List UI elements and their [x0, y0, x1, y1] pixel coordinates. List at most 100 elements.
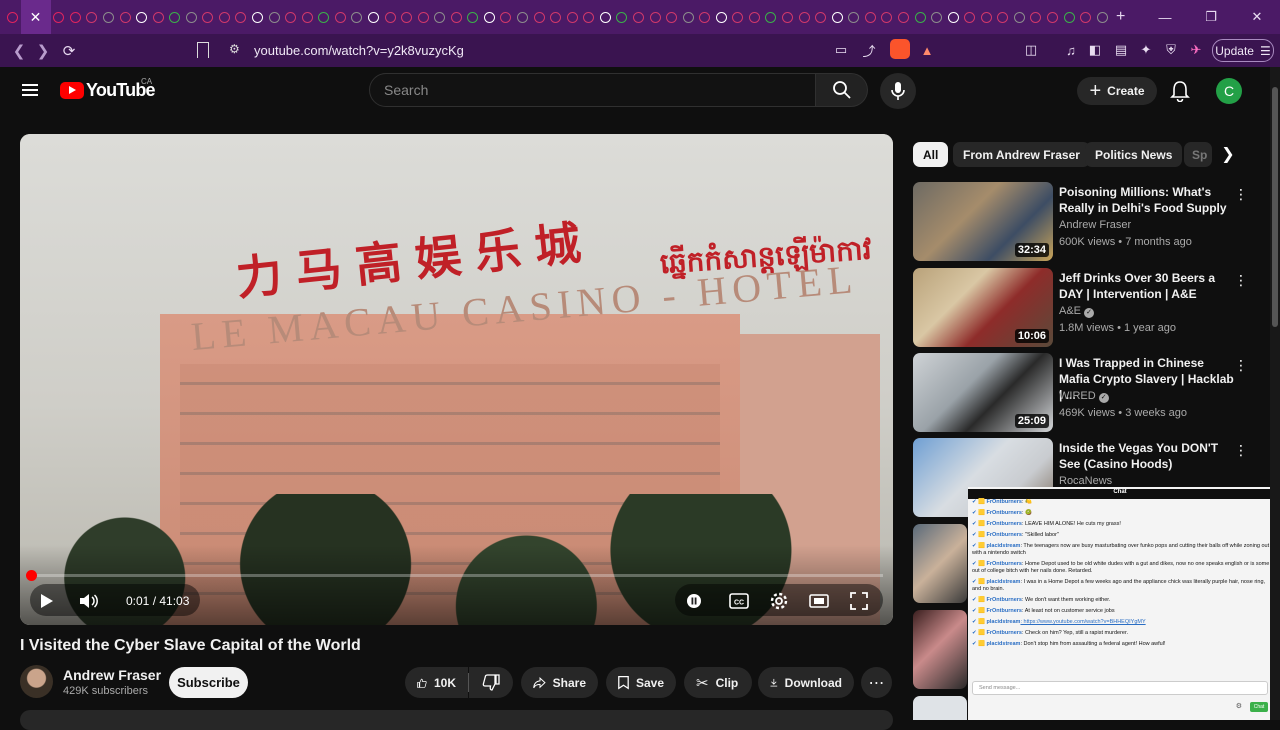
sidebar-toggle-icon[interactable]: ◫ [1022, 41, 1040, 59]
page-scrollbar[interactable] [1270, 67, 1280, 720]
chip-politics-news[interactable]: Politics News [1085, 142, 1182, 167]
browser-tab[interactable] [597, 0, 614, 34]
browser-tab[interactable] [1061, 0, 1078, 34]
music-icon[interactable]: ♫ [1062, 41, 1080, 59]
browser-tab[interactable] [713, 0, 730, 34]
browser-tab[interactable] [663, 0, 680, 34]
pause-autoplay-toggle[interactable] [682, 587, 706, 615]
browser-tab[interactable] [332, 0, 349, 34]
browser-tab[interactable] [746, 0, 763, 34]
browser-tab[interactable] [282, 0, 299, 34]
browser-tab[interactable] [564, 0, 581, 34]
browser-tab[interactable] [696, 0, 713, 34]
browser-tab[interactable] [51, 0, 68, 34]
minimize-icon[interactable]: — [1142, 0, 1188, 34]
like-button[interactable]: 10K [405, 667, 468, 698]
notifications-bell-icon[interactable] [1170, 80, 1190, 102]
recommendation-channel[interactable]: RocaNews [1059, 475, 1112, 487]
browser-tab[interactable] [846, 0, 863, 34]
settings-button[interactable] [766, 587, 792, 615]
recommendation-title[interactable]: Inside the Vegas You DON'T See (Casino H… [1059, 440, 1234, 472]
url-text[interactable]: youtube.com/watch?v=y2k8vuzycKg [254, 43, 464, 58]
browser-tab[interactable] [183, 0, 200, 34]
browser-tab[interactable] [448, 0, 465, 34]
browser-tab[interactable] [912, 0, 929, 34]
forward-icon[interactable]: ❯ [30, 38, 56, 64]
dislike-button[interactable] [469, 667, 513, 698]
browser-tab[interactable] [514, 0, 531, 34]
video-thumbnail[interactable] [913, 610, 967, 689]
youtube-logo[interactable]: YouTube CA [60, 80, 155, 101]
leo-ai-icon[interactable]: ✦ [1137, 41, 1155, 59]
browser-tab[interactable] [812, 0, 829, 34]
brave-rewards-icon[interactable]: ▲ [918, 41, 936, 59]
browser-tab[interactable] [1028, 0, 1045, 34]
browser-tab[interactable] [1011, 0, 1028, 34]
browser-tab[interactable] [730, 0, 747, 34]
browser-tab[interactable] [779, 0, 796, 34]
mute-button[interactable] [76, 587, 102, 615]
restore-icon[interactable]: ❐ [1188, 0, 1234, 34]
browser-tab[interactable] [266, 0, 283, 34]
bookmark-icon[interactable] [197, 42, 209, 58]
recommendation-channel[interactable]: Andrew Fraser [1059, 219, 1131, 231]
browser-tab[interactable] [879, 0, 896, 34]
progress-scrubber[interactable] [26, 570, 37, 581]
description-box[interactable] [20, 710, 893, 730]
browser-tab[interactable] [216, 0, 233, 34]
browser-tab[interactable] [382, 0, 399, 34]
scrollbar-thumb[interactable] [1272, 87, 1278, 327]
recommendation-channel[interactable]: A&E✓ [1059, 305, 1094, 318]
back-icon[interactable]: ❮ [6, 38, 32, 64]
browser-tab[interactable] [415, 0, 432, 34]
wallet-icon[interactable]: ▤ [1112, 41, 1130, 59]
recommendation-item[interactable]: 32:34 Poisoning Millions: What's Really … [913, 182, 1253, 261]
captions-button[interactable]: CC [726, 587, 752, 615]
vpn-shield-icon[interactable]: ⛨ [1162, 41, 1180, 59]
recommendation-title[interactable]: Jeff Drinks Over 30 Beers a DAY | Interv… [1059, 270, 1234, 302]
split-view-icon[interactable]: ◧ [1086, 41, 1104, 59]
browser-tab[interactable] [1044, 0, 1061, 34]
recommendation-title[interactable]: Poisoning Millions: What's Really in Del… [1059, 184, 1234, 216]
cast-icon[interactable]: ▭ [832, 41, 850, 59]
video-thumbnail[interactable]: 25:09 [913, 353, 1053, 432]
chip-all[interactable]: All [913, 142, 948, 167]
browser-tab[interactable]: ✕ [21, 0, 51, 34]
share-button[interactable]: Share [521, 667, 598, 698]
browser-tab[interactable] [928, 0, 945, 34]
close-tab-icon[interactable]: ✕ [30, 9, 42, 26]
browser-tab[interactable] [100, 0, 117, 34]
browser-tab[interactable] [498, 0, 515, 34]
clip-button[interactable]: ✂ Clip [684, 667, 752, 698]
save-button[interactable]: Save [606, 667, 676, 698]
browser-tab[interactable] [349, 0, 366, 34]
update-button[interactable]: Update ☰ [1212, 39, 1274, 62]
new-tab-icon[interactable]: + [1116, 8, 1125, 26]
hamburger-menu-icon[interactable] [22, 84, 38, 96]
browser-tab[interactable] [117, 0, 134, 34]
kebab-menu-icon[interactable]: ⋮ [1234, 186, 1248, 203]
progress-bar[interactable] [30, 574, 883, 577]
browser-tab[interactable] [365, 0, 382, 34]
play-button[interactable] [34, 587, 60, 615]
browser-tab[interactable] [431, 0, 448, 34]
video-thumbnail[interactable]: 32:34 [913, 182, 1053, 261]
browser-tab[interactable] [862, 0, 879, 34]
browser-tab[interactable] [961, 0, 978, 34]
channel-name[interactable]: Andrew Fraser [63, 667, 161, 683]
browser-tab[interactable] [481, 0, 498, 34]
brave-shields-icon[interactable] [890, 39, 910, 59]
browser-tab[interactable] [978, 0, 995, 34]
kebab-menu-icon[interactable]: ⋮ [1234, 357, 1248, 374]
chip-sports[interactable]: Sp [1184, 142, 1212, 167]
browser-tab[interactable] [233, 0, 250, 34]
browser-tab[interactable] [614, 0, 631, 34]
browser-tab[interactable] [133, 0, 150, 34]
browser-tab[interactable] [763, 0, 780, 34]
create-button[interactable]: + Create [1077, 77, 1157, 105]
browser-tab[interactable] [647, 0, 664, 34]
video-player[interactable]: LE MACAU CASINO - HOTEL 力马高娱乐城 ឆ្នើកកំសា… [20, 134, 893, 625]
browser-tab[interactable] [895, 0, 912, 34]
share-page-icon[interactable]: ⤴ [860, 41, 878, 59]
video-thumbnail[interactable]: 10:06 [913, 268, 1053, 347]
